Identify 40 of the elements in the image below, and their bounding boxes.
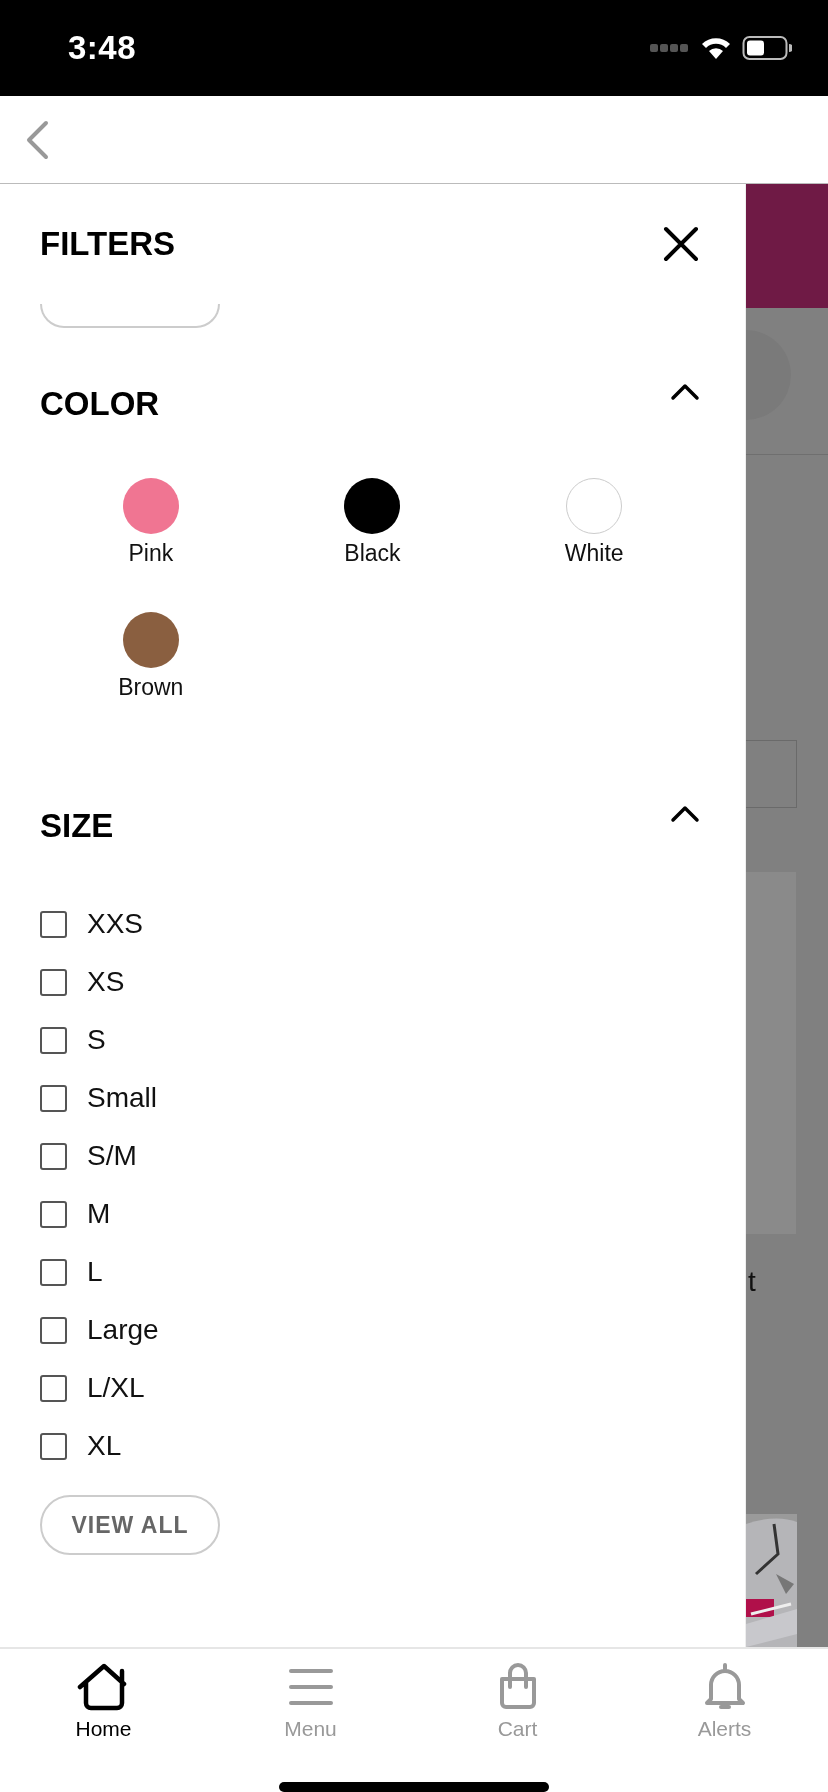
size-label: Large (87, 1314, 159, 1346)
size-label: XL (87, 1430, 122, 1462)
close-icon[interactable] (661, 224, 701, 264)
status-time: 3:48 (68, 29, 137, 67)
outlined-box (746, 740, 797, 808)
color-label: Pink (128, 540, 174, 566)
color-label: White (564, 540, 624, 566)
filters-title: FILTERS (40, 226, 176, 262)
size-label: M (87, 1198, 111, 1230)
checkbox[interactable] (40, 1258, 67, 1286)
tab-bar-item[interactable]: Cart (414, 1649, 621, 1792)
checkbox[interactable] (40, 1316, 67, 1344)
checkbox[interactable] (40, 1084, 67, 1112)
section-title: COLOR (40, 386, 160, 422)
checkbox[interactable] (40, 1200, 67, 1228)
background-text: t (748, 1266, 756, 1298)
color-label: Brown (118, 674, 184, 700)
color-label: Black (344, 540, 401, 566)
size-label: L/XL (87, 1372, 145, 1404)
view-all-button[interactable]: VIEW ALL (40, 1495, 220, 1555)
wifi-icon (700, 35, 732, 61)
size-label: XS (87, 966, 125, 998)
section-title: SIZE (40, 808, 114, 844)
tab-bar-item[interactable]: Menu (207, 1649, 414, 1792)
checkbox[interactable] (40, 968, 67, 996)
checkbox[interactable] (40, 1374, 67, 1402)
checkbox[interactable] (40, 1142, 67, 1170)
size-label: S (87, 1024, 106, 1056)
size-label: L (87, 1256, 103, 1288)
size-label: S/M (87, 1140, 137, 1172)
checkbox[interactable] (40, 1026, 67, 1054)
size-label: XXS (87, 908, 144, 940)
size-label: Small (87, 1082, 157, 1114)
tab-bar-item[interactable]: Alerts (621, 1649, 828, 1792)
tab-bar-item[interactable]: Home (0, 1649, 207, 1792)
signal-icon (650, 43, 690, 53)
checkbox[interactable] (40, 910, 67, 938)
back-icon[interactable] (24, 119, 50, 160)
checkbox[interactable] (40, 1432, 67, 1460)
battery-icon (742, 35, 792, 61)
